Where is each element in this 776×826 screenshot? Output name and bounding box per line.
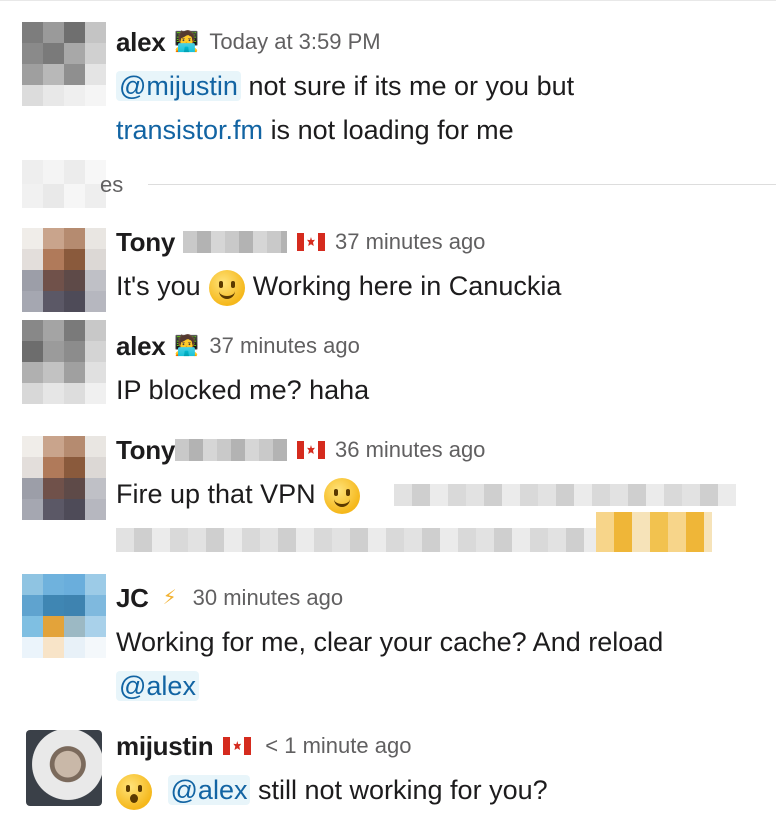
message-header: JC ⚡ 30 minutes ago — [116, 578, 343, 618]
avatar[interactable] — [22, 574, 106, 658]
date-divider — [148, 184, 776, 185]
date-divider-label: es — [100, 172, 124, 197]
text: not sure if its me or you but — [248, 71, 575, 101]
lightning-icon: ⚡ — [162, 587, 177, 609]
mention[interactable]: @mijustin — [116, 71, 241, 101]
avatar[interactable] — [22, 22, 106, 106]
canada-flag-icon — [223, 737, 252, 755]
message-header: alex 🧑‍💻 37 minutes ago — [116, 326, 360, 366]
open-mouth-face-icon — [116, 773, 152, 810]
timestamp[interactable]: < 1 minute ago — [265, 733, 411, 759]
author-name[interactable]: alex — [116, 331, 166, 362]
avatar[interactable] — [22, 228, 106, 312]
message-text: IP blocked me? haha — [116, 368, 369, 412]
text: Working here in Canuckia — [252, 271, 562, 301]
author-name[interactable]: Tony — [116, 435, 175, 466]
timestamp[interactable]: Today at 3:59 PM — [209, 29, 380, 55]
text: is not loading for me — [270, 115, 514, 145]
message-text: @alex — [116, 664, 199, 708]
mention[interactable]: @alex — [116, 671, 199, 701]
author-name[interactable]: Tony — [116, 227, 175, 258]
redacted-text — [394, 484, 736, 506]
redacted-name — [174, 439, 287, 461]
author-name[interactable]: alex — [116, 27, 166, 58]
slightly-smiling-face-icon — [208, 269, 245, 306]
message-header: alex 🧑‍💻 Today at 3:59 PM — [116, 22, 381, 62]
message-text: @alex still not working for you? — [116, 768, 548, 812]
message-header: Tony 37 minutes ago — [116, 222, 485, 262]
message-header: mijustin < 1 minute ago — [116, 726, 411, 766]
blurred-overlay — [22, 160, 106, 208]
message-text: transistor.fm is not loading for me — [116, 108, 514, 152]
timestamp[interactable]: 30 minutes ago — [193, 585, 343, 611]
message-text: Working for me, clear your cache? And re… — [116, 620, 663, 664]
technologist-icon: 🧑‍💻 — [173, 31, 199, 53]
message-text: Fire up that VPN — [116, 472, 368, 516]
text: still not working for you? — [257, 775, 548, 805]
canada-flag-icon — [296, 441, 325, 459]
slightly-smiling-face-icon — [323, 477, 360, 514]
message-header: Tony 36 minutes ago — [116, 430, 485, 470]
text: Fire up that VPN — [116, 479, 316, 509]
redacted-emoji — [596, 512, 712, 552]
message-text: It's you Working here in Canuckia — [116, 264, 561, 308]
author-name[interactable]: mijustin — [116, 731, 214, 762]
message-text: @mijustin not sure if its me or you but — [116, 64, 574, 108]
link[interactable]: transistor.fm — [116, 115, 263, 145]
timestamp[interactable]: 37 minutes ago — [335, 229, 485, 255]
text: IP blocked me? haha — [116, 375, 370, 405]
top-border — [0, 0, 776, 1]
timestamp[interactable]: 36 minutes ago — [335, 437, 485, 463]
text: Working for me, clear your cache? And re… — [116, 627, 664, 657]
text: It's you — [116, 271, 201, 301]
author-name[interactable]: JC — [116, 583, 149, 614]
canada-flag-icon — [296, 233, 325, 251]
technologist-icon: 🧑‍💻 — [173, 335, 199, 357]
redacted-text — [116, 528, 596, 552]
avatar[interactable] — [22, 436, 106, 520]
mention[interactable]: @alex — [167, 775, 251, 805]
avatar[interactable] — [26, 730, 102, 806]
timestamp[interactable]: 37 minutes ago — [209, 333, 359, 359]
avatar[interactable] — [22, 320, 106, 404]
redacted-name — [182, 231, 287, 253]
